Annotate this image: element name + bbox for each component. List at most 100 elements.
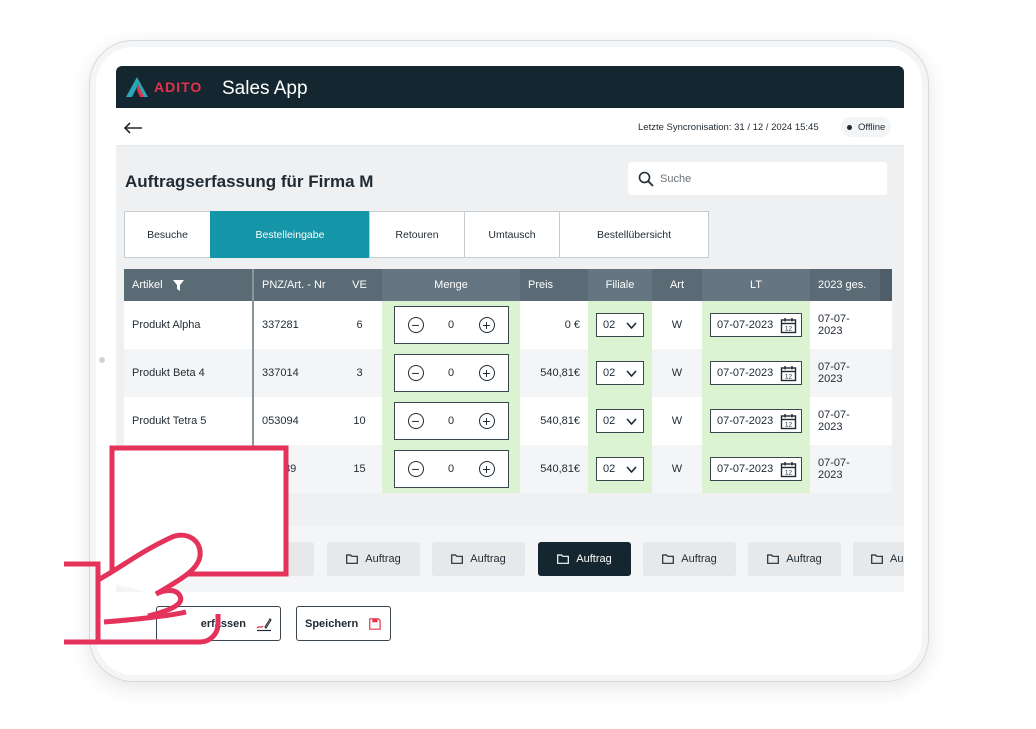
preis-cell: 0 € (564, 319, 580, 331)
minus-circle-icon[interactable]: − (407, 413, 424, 429)
date-picker[interactable]: 07-07-2023 12 (710, 361, 802, 385)
chevron-down-icon (626, 321, 637, 329)
quantity-value[interactable]: 0 (448, 463, 454, 475)
menge-cell: − 0 + (382, 445, 520, 493)
order-button[interactable]: Auftrag (432, 542, 525, 576)
order-button-active[interactable]: Auftrag (538, 542, 631, 576)
erfassen-button[interactable]: erfassen (156, 606, 281, 641)
tab-umtausch[interactable]: Umtausch (464, 211, 560, 258)
folder-icon (767, 554, 780, 564)
calendar-icon[interactable]: 12 (780, 317, 797, 334)
app-screen: ADITO Sales App Letzte Syncronisation: 3… (116, 66, 904, 656)
app-title: Sales App (222, 78, 308, 99)
filiale-select[interactable]: 02 (596, 313, 644, 337)
artikel-cell: Produkt Beta 4 (132, 367, 205, 379)
column-header-art[interactable]: Art (652, 269, 702, 301)
table-header: Artikel PNZ/Art. - Nr VE Menge Preis Fil… (124, 269, 892, 301)
art-cell: W (671, 367, 683, 379)
pnz-cell: 337014 (252, 349, 337, 397)
column-header-pnz[interactable]: PNZ/Art. - Nr (252, 269, 337, 301)
filiale-select[interactable]: 02 (596, 409, 644, 433)
lt-cell: 07-07-2023 12 (702, 445, 810, 493)
quantity-value[interactable]: 0 (448, 415, 454, 427)
column-header-lt[interactable]: LT (702, 269, 810, 301)
quantity-value[interactable]: 0 (448, 319, 454, 331)
plus-circle-icon[interactable]: + (478, 365, 495, 381)
save-disk-icon (369, 617, 381, 630)
plus-circle-icon[interactable]: + (478, 317, 495, 333)
order-label: Auftrag (470, 553, 506, 565)
order-button[interactable]: Au (853, 542, 904, 576)
adito-logo: ADITO (125, 76, 202, 98)
filiale-cell: 02 (588, 349, 652, 397)
tablet-home-dot (99, 357, 105, 363)
quantity-stepper[interactable]: − 0 + (393, 402, 509, 440)
filiale-value: 02 (603, 463, 616, 475)
art-cell: W (671, 463, 683, 475)
date-picker[interactable]: 07-07-2023 12 (710, 409, 802, 433)
art-cell: W (671, 415, 683, 427)
filiale-cell: 02 (588, 445, 652, 493)
order-button[interactable]: Auftrag (327, 542, 420, 576)
order-button[interactable]: ag (221, 542, 314, 576)
search-box[interactable] (628, 162, 887, 195)
date-value: 07-07-2023 (717, 319, 774, 331)
tab-bestelluebersicht[interactable]: Bestellübersicht (559, 211, 709, 258)
folder-icon (871, 554, 883, 564)
order-label: Auftrag (365, 553, 401, 565)
date-picker[interactable]: 07-07-2023 12 (710, 313, 802, 337)
calendar-icon[interactable]: 12 (780, 365, 797, 382)
minus-circle-icon[interactable]: − (407, 317, 424, 333)
quantity-value[interactable]: 0 (448, 367, 454, 379)
minus-circle-icon[interactable]: − (407, 365, 424, 381)
quantity-stepper[interactable]: − 0 + (393, 306, 509, 344)
folder-icon (451, 554, 464, 564)
tab-bestelleingabe[interactable]: Bestelleingabe (210, 211, 370, 258)
offline-badge: Offline (841, 117, 892, 137)
filter-icon[interactable] (172, 279, 184, 291)
search-icon (638, 171, 654, 187)
column-header-spacer (880, 269, 892, 301)
column-header-2023-ges[interactable]: 2023 ges. (810, 269, 880, 301)
quantity-stepper[interactable]: − 0 + (393, 354, 509, 392)
column-header-menge[interactable]: Menge (382, 269, 520, 301)
save-label: Speichern (305, 617, 359, 630)
column-header-artikel[interactable]: Artikel (124, 269, 252, 301)
ges-cell: 07-07-2023 (818, 409, 850, 433)
filiale-value: 02 (603, 415, 616, 427)
calendar-icon[interactable]: 12 (780, 461, 797, 478)
pnz-cell: 053094 (252, 397, 337, 445)
order-button[interactable]: Auftrag (643, 542, 736, 576)
offline-label: Offline (858, 121, 886, 133)
column-label: Artikel (132, 279, 163, 291)
plus-circle-icon[interactable]: + (478, 413, 495, 429)
filiale-select[interactable]: 02 (596, 361, 644, 385)
artikel-cell: Produkt Alpha (132, 319, 201, 331)
pnz-cell: 89 (252, 445, 337, 493)
status-dot-icon (847, 124, 852, 130)
ve-cell: 15 (353, 463, 366, 475)
plus-circle-icon[interactable]: + (478, 461, 495, 477)
search-input[interactable] (660, 172, 860, 185)
minus-circle-icon[interactable]: − (407, 461, 424, 477)
column-header-preis[interactable]: Preis (520, 269, 588, 301)
pnz-value: 89 (284, 463, 297, 475)
quantity-stepper[interactable]: − 0 + (393, 450, 509, 488)
order-table: Artikel PNZ/Art. - Nr VE Menge Preis Fil… (124, 269, 892, 493)
chevron-down-icon (626, 417, 637, 425)
ve-cell: 10 (353, 415, 366, 427)
order-label: Auftrag (576, 553, 612, 565)
ges-cell: 07-07-2023 (818, 457, 850, 481)
date-picker[interactable]: 07-07-2023 12 (710, 457, 802, 481)
arrow-left-icon[interactable] (123, 122, 143, 134)
column-header-filiale[interactable]: Filiale (588, 269, 652, 301)
order-label: Auftrag (786, 553, 822, 565)
order-button[interactable]: Auftrag (748, 542, 841, 576)
pnz-cell: 337281 (252, 301, 337, 349)
tab-retouren[interactable]: Retouren (369, 211, 465, 258)
calendar-icon[interactable]: 12 (780, 413, 797, 430)
filiale-select[interactable]: 02 (596, 457, 644, 481)
tab-besuche[interactable]: Besuche (124, 211, 211, 258)
save-button[interactable]: Speichern (296, 606, 391, 641)
column-header-ve[interactable]: VE (337, 269, 382, 301)
